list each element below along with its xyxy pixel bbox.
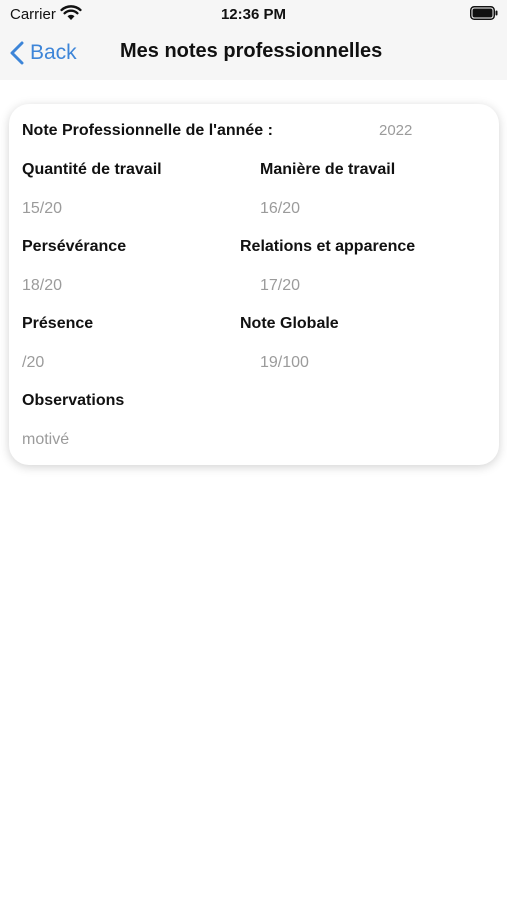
navigation-bar: Back Mes notes professionnelles (0, 28, 507, 80)
presence-label: Présence (22, 315, 94, 332)
year-label: Note Professionnelle de l'année : (22, 122, 273, 139)
observations-label: Observations (22, 392, 125, 409)
relations-label: Relations et apparence (240, 238, 416, 255)
battery-icon (470, 6, 498, 20)
year-value: 2022 (379, 122, 413, 139)
perseverance-label: Persévérance (22, 238, 127, 255)
maniere-label: Manière de travail (260, 161, 396, 178)
chevron-left-icon (10, 41, 24, 65)
status-time: 12:36 PM (220, 6, 287, 23)
page-title: Mes notes professionnelles (120, 40, 383, 62)
note-globale-label: Note Globale (240, 315, 339, 332)
note-globale-value: 19/100 (260, 354, 309, 371)
perseverance-value: 18/20 (22, 277, 63, 294)
notes-card: Note Professionnelle de l'année : 2022 Q… (9, 104, 499, 465)
status-bar: Carrier 12:36 PM (0, 0, 507, 28)
back-button[interactable]: Back (10, 36, 77, 70)
presence-value: /20 (22, 354, 45, 371)
back-label: Back (30, 41, 77, 64)
relations-value: 17/20 (260, 277, 301, 294)
observations-value: motivé (22, 431, 70, 448)
maniere-value: 16/20 (260, 200, 301, 217)
quantite-label: Quantité de travail (22, 161, 162, 178)
quantite-value: 15/20 (22, 200, 63, 217)
